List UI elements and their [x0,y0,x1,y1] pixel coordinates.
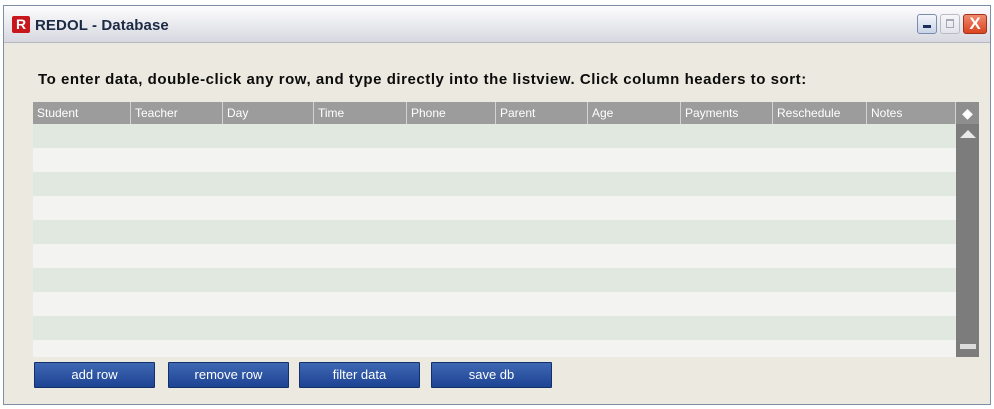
column-header-age[interactable]: Age [588,102,681,124]
scroll-up-arrow-icon[interactable] [960,130,976,138]
action-toolbar: add row remove row filter data save db [34,362,634,390]
table-row[interactable] [33,196,956,220]
scroll-down-arrow-icon[interactable] [960,344,976,349]
window-title: REDOL - Database [35,17,169,34]
table-row[interactable] [33,220,956,244]
diamond-icon: ◆ [962,105,973,121]
close-icon: X [969,14,981,33]
column-header-day[interactable]: Day [223,102,314,124]
instructions-text: To enter data, double-click any row, and… [38,71,807,88]
table-row[interactable] [33,292,956,316]
table-row[interactable] [33,268,956,292]
table-row[interactable] [33,340,956,357]
vertical-scrollbar[interactable] [956,124,979,357]
column-header-teacher[interactable]: Teacher [131,102,223,124]
listview-rows [33,124,956,357]
close-button[interactable]: X [963,14,987,34]
add-row-button[interactable]: add row [34,362,155,388]
column-header-phone[interactable]: Phone [407,102,496,124]
column-header-row: Student Teacher Day Time Phone Parent Ag… [33,102,979,124]
minimize-button[interactable] [917,14,937,34]
column-header-time[interactable]: Time [314,102,407,124]
column-header-student[interactable]: Student [33,102,131,124]
remove-row-button[interactable]: remove row [168,362,289,388]
app-icon: R [12,16,30,33]
redol-database-window: R REDOL - Database X To enter data, doub… [3,5,991,405]
column-chooser-button[interactable]: ◆ [956,102,979,124]
column-header-parent[interactable]: Parent [496,102,588,124]
table-row[interactable] [33,172,956,196]
table-row[interactable] [33,244,956,268]
database-listview[interactable]: Student Teacher Day Time Phone Parent Ag… [33,102,979,357]
column-header-notes[interactable]: Notes [867,102,956,124]
save-db-button[interactable]: save db [431,362,552,388]
column-header-payments[interactable]: Payments [681,102,773,124]
table-row[interactable] [33,148,956,172]
column-header-reschedule[interactable]: Reschedule [773,102,867,124]
filter-data-button[interactable]: filter data [299,362,420,388]
table-row[interactable] [33,124,956,148]
maximize-button[interactable] [940,14,960,34]
title-bar[interactable]: R REDOL - Database X [4,6,990,43]
table-row[interactable] [33,316,956,340]
